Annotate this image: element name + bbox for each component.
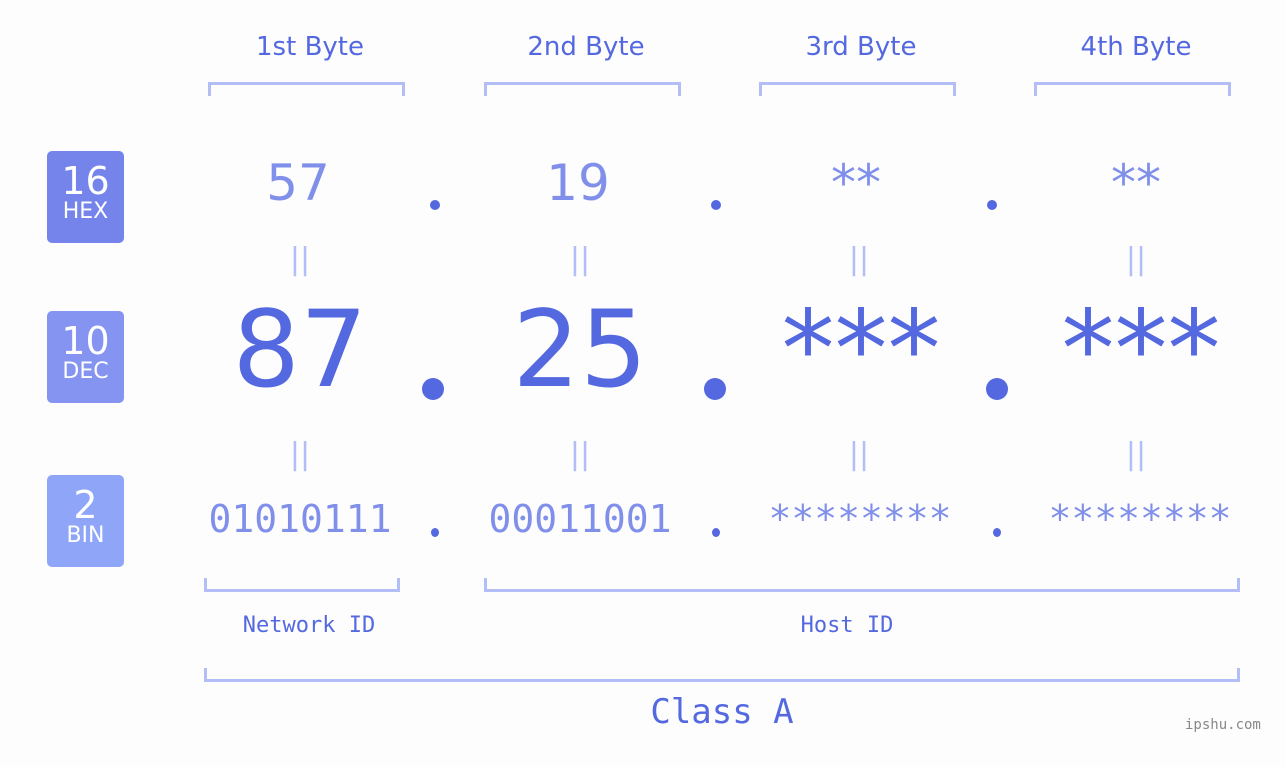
hex-byte-4: ** (1111, 154, 1161, 212)
bin-byte-3: ******** (768, 497, 952, 541)
equals-sign: || (289, 242, 311, 277)
bin-byte-2: 00011001 (488, 497, 672, 541)
dec-badge-number: 10 (61, 319, 110, 363)
hex-dot-2 (711, 200, 721, 210)
equals-sign: || (848, 437, 870, 472)
equals-sign: || (1125, 437, 1147, 472)
hex-dot-3 (987, 200, 997, 210)
byte-3-label: 3rd Byte (805, 32, 917, 62)
hex-dot-1 (430, 200, 440, 210)
equals-sign: || (848, 242, 870, 277)
hex-byte-3: ** (831, 154, 881, 212)
network-id-label: Network ID (242, 613, 376, 638)
byte-1-bracket (208, 82, 405, 96)
bin-byte-1: 01010111 (208, 497, 392, 541)
bin-badge: 2 BIN (47, 475, 124, 567)
byte-1-label: 1st Byte (256, 32, 364, 62)
equals-sign: || (289, 437, 311, 472)
bin-dot-3 (993, 528, 1001, 537)
equals-sign: || (569, 242, 591, 277)
byte-2-label: 2nd Byte (527, 32, 645, 62)
class-bracket (204, 668, 1240, 682)
hex-badge-label: HEX (62, 199, 109, 224)
dec-byte-2: 25 (512, 288, 648, 411)
dec-dot-1 (422, 378, 444, 400)
host-id-bracket (484, 578, 1240, 592)
network-id-bracket (204, 578, 400, 592)
dec-dot-3 (986, 378, 1008, 400)
bin-byte-4: ******** (1048, 497, 1232, 541)
bin-badge-number: 2 (73, 483, 98, 527)
dec-dot-2 (704, 378, 726, 400)
bin-dot-1 (431, 528, 439, 537)
bin-badge-label: BIN (66, 523, 105, 548)
hex-byte-1: 57 (266, 154, 330, 212)
byte-4-label: 4th Byte (1080, 32, 1192, 62)
dec-byte-1: 87 (232, 288, 368, 411)
host-id-label: Host ID (800, 613, 894, 638)
class-label: Class A (650, 692, 794, 732)
hex-byte-2: 19 (546, 154, 610, 212)
equals-sign: || (569, 437, 591, 472)
dec-badge: 10 DEC (47, 311, 124, 403)
byte-4-bracket (1034, 82, 1231, 96)
equals-sign: || (1125, 242, 1147, 277)
dec-byte-3: *** (781, 288, 941, 411)
hex-badge-number: 16 (61, 159, 110, 203)
dec-byte-4: *** (1061, 288, 1221, 411)
dec-badge-label: DEC (62, 359, 109, 384)
byte-2-bracket (484, 82, 681, 96)
byte-3-bracket (759, 82, 956, 96)
hex-badge: 16 HEX (47, 151, 124, 243)
watermark: ipshu.com (1185, 717, 1261, 733)
bin-dot-2 (712, 528, 720, 537)
